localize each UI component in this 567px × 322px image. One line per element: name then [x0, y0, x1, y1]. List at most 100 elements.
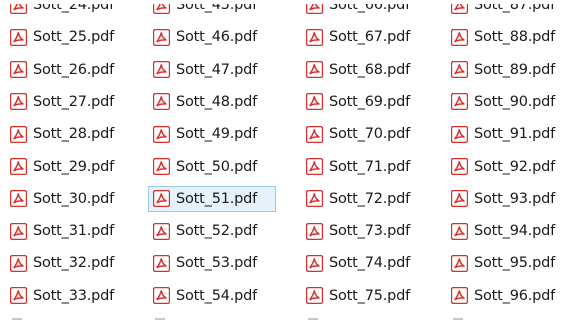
file-name-label: Sott_33.pdf: [33, 287, 115, 304]
file-item[interactable]: Sott_75.pdf: [306, 283, 438, 309]
file-item[interactable]: Sott_71.pdf: [306, 154, 438, 180]
file-name-label: Sott_68.pdf: [329, 61, 411, 78]
file-name-label: Sott_53.pdf: [176, 255, 258, 272]
pdf-file-icon: [306, 190, 323, 208]
file-name-label: Sott_88.pdf: [474, 29, 556, 46]
file-item[interactable]: Sott_92.pdf: [451, 154, 567, 180]
file-item[interactable]: Sott_25.pdf: [10, 24, 142, 50]
pdf-file-icon: [153, 61, 170, 79]
pdf-file-icon: [10, 125, 27, 143]
file-item[interactable]: Sott_96.pdf: [451, 283, 567, 309]
file-item[interactable]: Sott_28.pdf: [10, 121, 142, 147]
pdf-file-icon: [10, 254, 27, 272]
pdf-file-icon: [306, 158, 323, 175]
file-item[interactable]: Sott_52.pdf: [153, 218, 285, 244]
pdf-file-icon: [153, 28, 170, 46]
file-item[interactable]: Sott_88.pdf: [451, 24, 567, 50]
file-name-label: Sott_92.pdf: [474, 158, 556, 175]
pdf-file-icon: [451, 254, 468, 272]
file-item[interactable]: Sott_89.pdf: [451, 57, 567, 83]
file-item[interactable]: Sott_27.pdf: [10, 89, 142, 115]
file-name-label: Sott_89.pdf: [474, 61, 556, 78]
pdf-file-icon: [153, 125, 170, 143]
file-name-label: Sott_94.pdf: [474, 223, 556, 240]
file-item[interactable]: Sott_33.pdf: [10, 283, 142, 309]
file-name-label: Sott_73.pdf: [329, 223, 411, 240]
file-name-label: Sott_72.pdf: [329, 190, 411, 207]
pdf-file-icon: [153, 93, 170, 111]
file-item[interactable]: Sott_48.pdf: [153, 89, 285, 115]
file-name-label: Sott_90.pdf: [474, 93, 556, 110]
pdf-file-icon: [10, 287, 27, 305]
file-item[interactable]: Sott_46.pdf: [153, 24, 285, 50]
file-item[interactable]: Sott_90.pdf: [451, 89, 567, 115]
clipped-icon-stub: [12, 318, 22, 320]
file-name-label: Sott_47.pdf: [176, 61, 258, 78]
file-name-label: Sott_70.pdf: [329, 126, 411, 143]
file-item[interactable]: Sott_53.pdf: [153, 250, 285, 276]
file-item[interactable]: Sott_67.pdf: [306, 24, 438, 50]
file-item[interactable]: Sott_30.pdf: [10, 186, 142, 212]
file-name-label: Sott_74.pdf: [329, 255, 411, 272]
pdf-file-icon: [451, 158, 468, 175]
file-name-label: Sott_51.pdf: [176, 190, 258, 207]
pdf-file-icon: [451, 125, 468, 143]
file-item[interactable]: Sott_54.pdf: [153, 283, 285, 309]
file-name-label: Sott_26.pdf: [33, 61, 115, 78]
file-item[interactable]: Sott_94.pdf: [451, 218, 567, 244]
pdf-file-icon: [451, 93, 468, 111]
file-name-label: Sott_25.pdf: [33, 29, 115, 46]
viewport-right-edge: [562, 0, 567, 322]
file-name-label: Sott_96.pdf: [474, 287, 556, 304]
pdf-file-icon: [153, 190, 170, 208]
file-name-label: Sott_30.pdf: [33, 190, 115, 207]
pdf-file-icon: [10, 28, 27, 46]
file-name-label: Sott_50.pdf: [176, 158, 258, 175]
file-item[interactable]: Sott_29.pdf: [10, 154, 142, 180]
file-item[interactable]: Sott_32.pdf: [10, 250, 142, 276]
pdf-file-icon: [451, 222, 468, 240]
file-item[interactable]: Sott_73.pdf: [306, 218, 438, 244]
file-item[interactable]: Sott_93.pdf: [451, 186, 567, 212]
pdf-file-icon: [306, 125, 323, 143]
file-name-label: Sott_29.pdf: [33, 158, 115, 175]
file-name-label: Sott_95.pdf: [474, 255, 556, 272]
pdf-file-icon: [153, 158, 170, 175]
file-item[interactable]: Sott_70.pdf: [306, 121, 438, 147]
file-item[interactable]: Sott_68.pdf: [306, 57, 438, 83]
file-item[interactable]: Sott_72.pdf: [306, 186, 438, 212]
file-name-label: Sott_69.pdf: [329, 93, 411, 110]
file-name-label: Sott_71.pdf: [329, 158, 411, 175]
file-name-label: Sott_46.pdf: [176, 29, 258, 46]
file-item[interactable]: Sott_69.pdf: [306, 89, 438, 115]
pdf-file-icon: [10, 222, 27, 240]
file-name-label: Sott_75.pdf: [329, 287, 411, 304]
file-item[interactable]: Sott_95.pdf: [451, 250, 567, 276]
file-item[interactable]: Sott_49.pdf: [153, 121, 285, 147]
file-name-label: Sott_54.pdf: [176, 287, 258, 304]
file-name-label: Sott_28.pdf: [33, 126, 115, 143]
file-item[interactable]: Sott_91.pdf: [451, 121, 567, 147]
file-item[interactable]: Sott_31.pdf: [10, 218, 142, 244]
file-item[interactable]: Sott_50.pdf: [153, 154, 285, 180]
scroll-clip-top: [0, 0, 567, 4]
pdf-file-icon: [451, 28, 468, 46]
pdf-file-icon: [306, 61, 323, 79]
pdf-file-icon: [10, 93, 27, 111]
file-item[interactable]: Sott_74.pdf: [306, 250, 438, 276]
pdf-file-icon: [306, 287, 323, 305]
file-name-label: Sott_31.pdf: [33, 223, 115, 240]
clipped-icon-stub: [155, 318, 165, 320]
file-name-label: Sott_67.pdf: [329, 29, 411, 46]
file-name-label: Sott_91.pdf: [474, 126, 556, 143]
file-item[interactable]: Sott_26.pdf: [10, 57, 142, 83]
pdf-file-icon: [306, 222, 323, 240]
pdf-file-icon: [10, 158, 27, 175]
file-item[interactable]: Sott_47.pdf: [153, 57, 285, 83]
pdf-file-icon: [451, 190, 468, 208]
pdf-file-icon: [451, 287, 468, 305]
file-name-label: Sott_52.pdf: [176, 223, 258, 240]
clipped-icon-stub: [453, 318, 463, 320]
file-item[interactable]: Sott_51.pdf: [148, 185, 276, 212]
file-name-label: Sott_48.pdf: [176, 93, 258, 110]
